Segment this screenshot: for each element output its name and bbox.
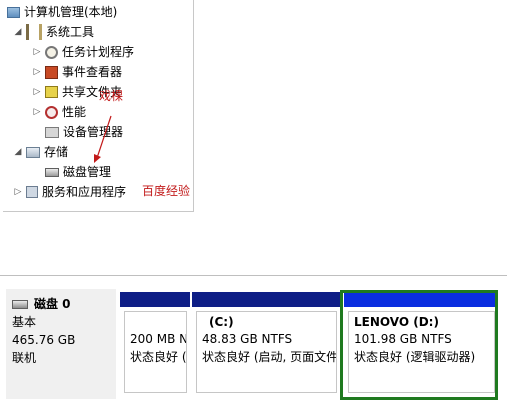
disk-size: 465.76 GB xyxy=(12,333,76,347)
partition-label: (C:) xyxy=(209,315,234,329)
partition-selection-border xyxy=(340,290,498,400)
disk-name: 磁盘 0 xyxy=(34,297,71,311)
disk-icon xyxy=(12,299,28,309)
disk-map-panel: 磁盘 0 基本 465.76 GB 联机 200 MB N 状态良好 ( (C:… xyxy=(0,275,507,410)
disk-status: 联机 xyxy=(12,351,37,365)
disk-info[interactable]: 磁盘 0 基本 465.76 GB 联机 xyxy=(6,289,116,399)
partition-c[interactable]: (C:) 48.83 GB NTFS 状态良好 (启动, 页面文件 xyxy=(192,292,340,396)
partition-size: 200 MB N xyxy=(130,332,187,346)
annotation-arrow-icon xyxy=(94,115,112,163)
disk-type: 基本 xyxy=(12,315,37,329)
partition-size: 48.83 GB NTFS xyxy=(202,332,293,346)
partition-body: (C:) 48.83 GB NTFS 状态良好 (启动, 页面文件 xyxy=(196,311,337,393)
partition-status: 状态良好 (启动, 页面文件 xyxy=(202,350,337,364)
navigation-tree: 计算机管理(本地) ◢ 系统工具 ▷ 任务计划程序 ▷ 事件查看器 ▷ 共享文件… xyxy=(3,0,194,212)
partition-status: 状态良好 ( xyxy=(130,350,187,364)
partition-system-reserved[interactable]: 200 MB N 状态良好 ( xyxy=(120,292,190,396)
partition-bar xyxy=(192,292,340,307)
partition-body: 200 MB N 状态良好 ( xyxy=(124,311,187,393)
disk-title-row: 磁盘 0 xyxy=(12,297,71,311)
divider xyxy=(0,275,507,276)
partition-bar xyxy=(120,292,190,307)
